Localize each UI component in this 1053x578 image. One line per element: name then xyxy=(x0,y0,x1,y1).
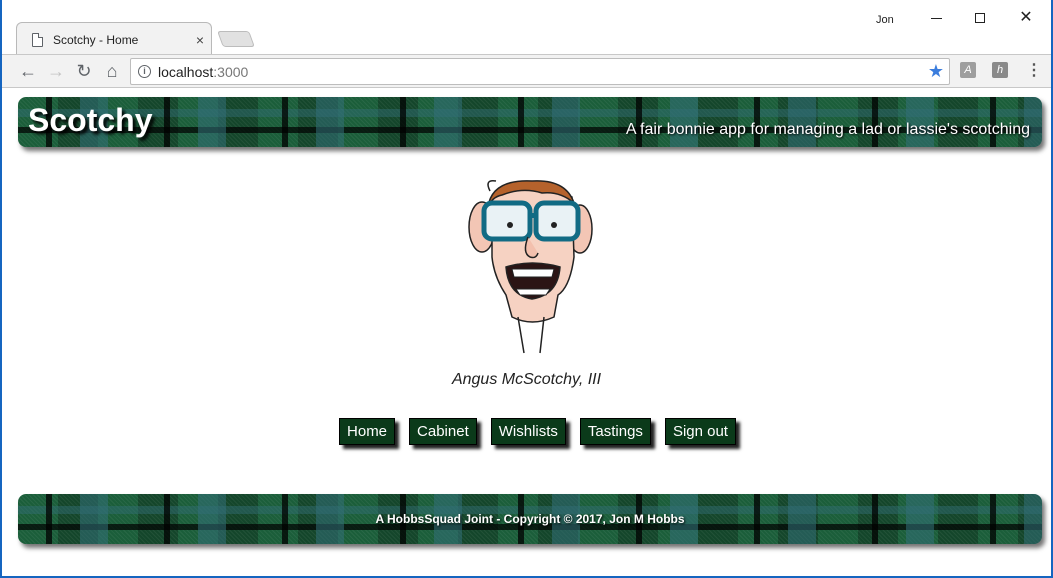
back-arrow-icon[interactable]: ← xyxy=(16,59,40,83)
site-footer: A HobbsSquad Joint - Copyright © 2017, J… xyxy=(18,494,1042,544)
maximize-icon xyxy=(975,13,985,23)
url-text[interactable]: localhost:3000 xyxy=(158,64,248,80)
main-nav: Home Cabinet Wishlists Tastings Sign out xyxy=(2,418,1051,445)
browser-window: Scotchy - Home × Jon ✕ ← → ↻ ⌂ i localho… xyxy=(0,0,1053,578)
profile-name[interactable]: Jon xyxy=(876,14,894,26)
page-icon xyxy=(32,33,43,47)
nav-tastings-button[interactable]: Tastings xyxy=(579,418,651,445)
info-icon[interactable]: i xyxy=(138,65,151,78)
nav-cabinet-button[interactable]: Cabinet xyxy=(409,418,477,445)
site-brand[interactable]: Scotchy xyxy=(28,102,152,139)
nav-home-button[interactable]: Home xyxy=(339,418,396,445)
browser-toolbar: ← → ↻ ⌂ i localhost:3000 ★ A h ⋮ xyxy=(2,54,1051,88)
avatar xyxy=(468,179,593,354)
title-bar: Scotchy - Home × Jon ✕ xyxy=(2,0,1051,54)
minimize-button[interactable] xyxy=(928,10,944,26)
nav-wishlists-button[interactable]: Wishlists xyxy=(490,418,566,445)
tab-title: Scotchy - Home xyxy=(53,33,139,47)
profile-name-caption: Angus McScotchy, III xyxy=(451,371,602,388)
footer-copyright: A HobbsSquad Joint - Copyright © 2017, J… xyxy=(375,512,685,526)
browser-menu-icon[interactable]: ⋮ xyxy=(1026,60,1042,80)
minimize-icon xyxy=(931,18,942,19)
new-tab-button[interactable] xyxy=(217,31,255,47)
close-window-button[interactable]: ✕ xyxy=(1018,10,1034,26)
maximize-button[interactable] xyxy=(972,10,988,26)
tab-close-icon[interactable]: × xyxy=(196,32,204,48)
site-header: Scotchy A fair bonnie app for managing a… xyxy=(18,97,1042,147)
site-tagline: A fair bonnie app for managing a lad or … xyxy=(625,121,1030,138)
tab-content[interactable]: Scotchy - Home × xyxy=(20,28,210,52)
pdf-extension-icon[interactable]: A xyxy=(960,62,976,78)
page-content: Scotchy A fair bonnie app for managing a… xyxy=(2,89,1051,576)
reload-icon[interactable]: ↻ xyxy=(72,59,96,83)
url-host: localhost xyxy=(158,64,214,80)
nav-sign-out-button[interactable]: Sign out xyxy=(664,418,736,445)
address-bar[interactable]: i localhost:3000 ★ xyxy=(130,58,950,85)
h-extension-icon[interactable]: h xyxy=(992,62,1008,78)
forward-arrow-icon[interactable]: → xyxy=(44,59,68,83)
url-port: :3000 xyxy=(213,64,249,80)
home-icon[interactable]: ⌂ xyxy=(100,59,124,83)
bookmark-star-icon[interactable]: ★ xyxy=(928,61,944,82)
